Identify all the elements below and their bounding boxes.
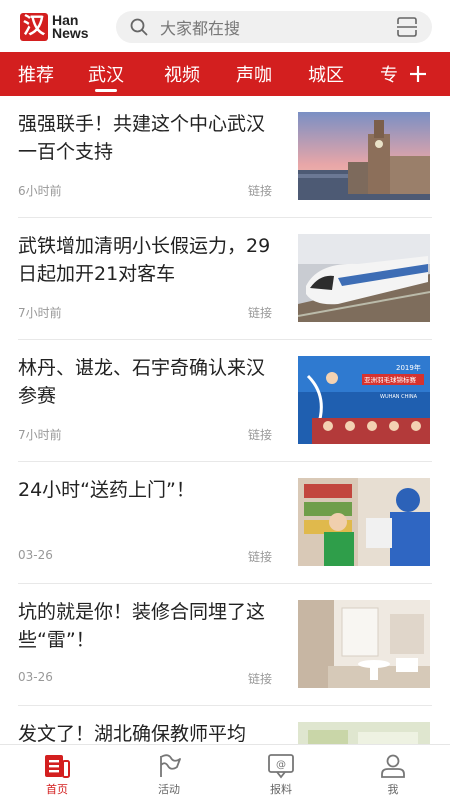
- channel-tab-special[interactable]: 专: [380, 52, 398, 96]
- news-item[interactable]: 发文了！湖北确保教师平均: [18, 706, 432, 744]
- news-item[interactable]: 坑的就是你！装修合同埋了这些“雷”！ 03-26 链接: [18, 584, 432, 706]
- svg-text:@: @: [276, 760, 286, 771]
- news-thumbnail: [298, 722, 430, 744]
- logo-text: Han News: [52, 13, 89, 41]
- news-item[interactable]: 24小时“送药上门”！ 03-26 链接: [18, 462, 432, 584]
- news-title: 发文了！湖北确保教师平均: [18, 723, 247, 744]
- tab-label: 报料: [270, 783, 292, 796]
- report-icon: @: [268, 754, 294, 779]
- news-item[interactable]: 林丹、谌龙、石宇奇确认来汉参赛 7小时前 链接 2019年 亚洲羽毛球锦标赛 W…: [18, 340, 432, 462]
- news-thumbnail: [298, 112, 430, 200]
- tab-label: 首页: [46, 783, 68, 796]
- search-bar[interactable]: 大家都在搜: [116, 11, 432, 43]
- news-thumbnail: [298, 478, 430, 566]
- news-feed[interactable]: 强强联手！共建这个中心武汉一百个支持 6小时前 链接 武铁增加清明小长假运力，2…: [0, 96, 450, 744]
- channel-tab-recommend[interactable]: 推荐: [18, 52, 54, 96]
- news-title: 24小时“送药上门”！: [18, 479, 195, 501]
- search-placeholder: 大家都在搜: [160, 19, 241, 38]
- tab-home[interactable]: 首页: [22, 745, 92, 800]
- news-link-tag: 链接: [248, 550, 273, 564]
- user-icon: [381, 754, 405, 778]
- app-header: 汉 Han News 大家都在搜: [0, 0, 450, 52]
- news-item[interactable]: 武铁增加清明小长假运力，29日起加开21对客车 7小时前 链接: [18, 218, 432, 340]
- svg-text:WUHAN CHINA: WUHAN CHINA: [380, 394, 418, 400]
- news-link-tag: 链接: [248, 428, 273, 442]
- news-item[interactable]: 强强联手！共建这个中心武汉一百个支持 6小时前 链接: [18, 96, 432, 218]
- tab-report[interactable]: @ 报料: [246, 745, 316, 800]
- search-icon: [130, 18, 148, 36]
- news-title: 林丹、谌龙、石宇奇确认来汉参赛: [18, 357, 266, 407]
- news-thumbnail: [298, 234, 430, 322]
- news-time: 7小时前: [18, 306, 62, 320]
- news-time: 03-26: [18, 548, 53, 562]
- news-title: 强强联手！共建这个中心武汉一百个支持: [18, 113, 266, 163]
- channel-tab-audio[interactable]: 声咖: [236, 52, 272, 96]
- logo-mark: 汉: [20, 13, 48, 41]
- news-thumbnail: [298, 600, 430, 688]
- channel-tab-video[interactable]: 视频: [164, 52, 200, 96]
- news-title: 坑的就是你！装修合同埋了这些“雷”！: [18, 601, 266, 651]
- channel-tab-district[interactable]: 城区: [308, 52, 344, 96]
- tab-label: 活动: [158, 783, 180, 796]
- tab-activity[interactable]: 活动: [134, 745, 204, 800]
- news-time: 6小时前: [18, 184, 62, 198]
- add-channel-icon[interactable]: [408, 64, 428, 84]
- scan-icon[interactable]: [396, 17, 418, 37]
- news-thumbnail: 2019年 亚洲羽毛球锦标赛 WUHAN CHINA: [298, 356, 430, 444]
- tab-label: 我: [387, 783, 399, 796]
- channel-tab-wuhan[interactable]: 武汉: [88, 52, 124, 96]
- flag-icon: [160, 754, 181, 777]
- news-title: 武铁增加清明小长假运力，29日起加开21对客车: [18, 235, 271, 285]
- news-link-tag: 链接: [248, 306, 273, 320]
- bottom-tab-bar: 首页 活动 @ 报料 我: [0, 744, 450, 800]
- news-time: 03-26: [18, 670, 53, 684]
- app-logo[interactable]: 汉 Han News: [20, 12, 96, 42]
- news-icon: [45, 755, 70, 778]
- tab-me[interactable]: 我: [358, 745, 428, 800]
- logo-line-2: News: [52, 25, 89, 41]
- svg-text:亚洲羽毛球锦标赛: 亚洲羽毛球锦标赛: [364, 375, 417, 384]
- news-time: 7小时前: [18, 428, 62, 442]
- svg-text:2019年: 2019年: [396, 363, 421, 372]
- news-link-tag: 链接: [248, 184, 273, 198]
- channel-bar: 推荐 武汉 视频 声咖 城区 专: [0, 52, 450, 96]
- news-link-tag: 链接: [248, 672, 273, 686]
